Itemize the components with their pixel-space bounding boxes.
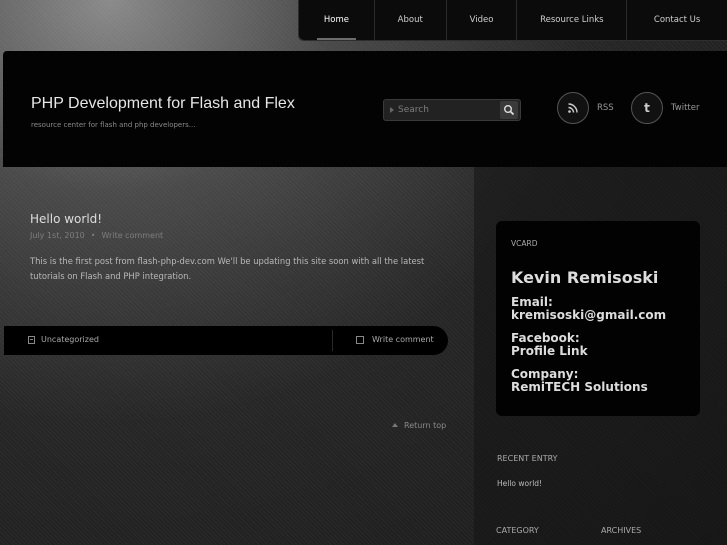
twitter-icon[interactable]: t [631, 92, 663, 124]
vcard-company: Company: RemiTECH Solutions [511, 368, 648, 394]
write-comment-label[interactable]: Write comment [372, 335, 434, 344]
rss-label[interactable]: RSS [597, 103, 614, 113]
search-input[interactable] [398, 103, 498, 117]
post-comment-link[interactable]: Write comment [102, 231, 164, 240]
bar-divider [332, 330, 333, 351]
vcard-company-value: RemiTECH Solutions [511, 380, 648, 394]
nav-home[interactable]: Home [299, 0, 375, 40]
post-category-label[interactable]: Uncategorized [41, 335, 99, 344]
search-box [383, 99, 521, 121]
category-icon [28, 335, 35, 344]
site-header: PHP Development for Flash and Flex resou… [3, 51, 727, 167]
category-heading: CATEGORY [496, 526, 539, 535]
nav-about[interactable]: About [375, 0, 447, 40]
vcard-name: Kevin Remisoski [511, 268, 659, 287]
vcard-email: Email: kremisoski@gmail.com [511, 296, 666, 322]
twitter-link[interactable]: t Twitter [631, 92, 700, 124]
archives-heading: ARCHIVES [601, 526, 642, 535]
return-top-link[interactable]: Return top [392, 421, 446, 430]
rss-icon[interactable] [557, 92, 589, 124]
recent-entry-link[interactable]: Hello world! [497, 479, 542, 488]
write-comment-button[interactable]: Write comment [356, 335, 434, 344]
vcard-box: VCARD Kevin Remisoski Email: kremisoski@… [496, 221, 700, 416]
rss-link[interactable]: RSS [557, 92, 614, 124]
nav-video[interactable]: Video [447, 0, 518, 40]
post-title[interactable]: Hello world! [30, 212, 102, 226]
site-title[interactable]: PHP Development for Flash and Flex [31, 95, 295, 113]
post-body: This is the first post from flash-php-de… [30, 256, 425, 281]
post-date: July 1st, 2010 [30, 231, 85, 240]
arrow-up-icon [392, 423, 398, 427]
search-button[interactable] [500, 101, 518, 119]
edit-icon [356, 335, 364, 344]
nav-resource-links[interactable]: Resource Links [517, 0, 628, 40]
return-top-label[interactable]: Return top [404, 421, 446, 430]
vcard-email-value[interactable]: kremisoski@gmail.com [511, 309, 666, 322]
vcard-facebook: Facebook: Profile Link [511, 332, 588, 358]
vcard-facebook-link[interactable]: Profile Link [511, 345, 588, 358]
twitter-label[interactable]: Twitter [671, 103, 700, 113]
vcard-heading: VCARD [511, 239, 538, 248]
search-icon [504, 105, 515, 116]
meta-separator: • [90, 231, 96, 240]
post-category[interactable]: Uncategorized [28, 335, 99, 344]
sidebar: VCARD Kevin Remisoski Email: kremisoski@… [474, 167, 727, 545]
recent-entry-heading: RECENT ENTRY [497, 454, 558, 463]
site-description: resource center for flash and php develo… [31, 121, 196, 129]
post-footer-bar: Uncategorized Write comment [4, 326, 448, 355]
nav-contact-us[interactable]: Contact Us [627, 0, 727, 40]
post-meta: July 1st, 2010 • Write comment [30, 231, 163, 240]
search-arrow-icon [390, 107, 394, 113]
top-navigation: Home About Video Resource Links Contact … [298, 0, 727, 41]
